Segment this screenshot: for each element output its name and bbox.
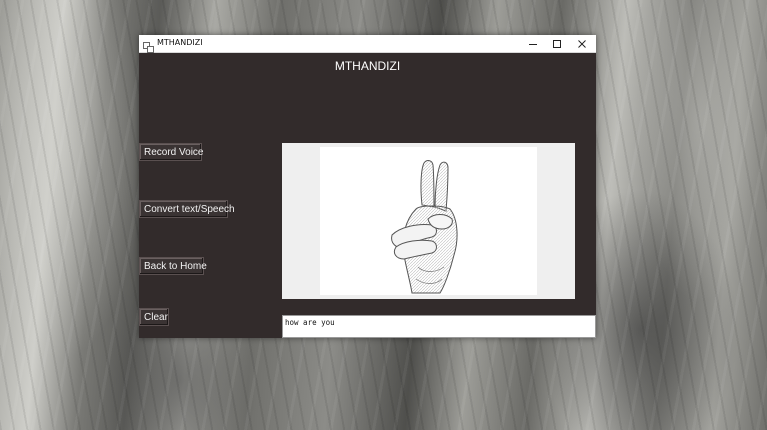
window-title: MTHANDIZI xyxy=(157,38,203,47)
app-window-icon xyxy=(143,38,154,53)
sign-image xyxy=(320,147,537,295)
back-to-home-button[interactable]: Back to Home xyxy=(139,257,207,275)
title-bar[interactable]: MTHANDIZI xyxy=(139,35,596,53)
maximize-icon xyxy=(553,39,561,48)
app-heading: MTHANDIZI xyxy=(334,59,401,73)
close-button[interactable] xyxy=(569,35,595,52)
clear-button[interactable]: Clear xyxy=(139,308,169,326)
close-icon xyxy=(578,39,586,48)
minimize-icon xyxy=(529,43,537,45)
output-text-box[interactable]: how are you xyxy=(282,315,596,338)
hand-sign-icon xyxy=(391,160,458,294)
convert-text-speech-button[interactable]: Convert text/Speech xyxy=(139,200,235,218)
record-voice-button[interactable]: Record Voice xyxy=(139,143,203,161)
minimize-button[interactable] xyxy=(520,35,546,52)
sign-image-panel xyxy=(282,143,575,299)
app-window: MTHANDIZI MTHANDIZI Record Voice Convert… xyxy=(139,35,596,338)
maximize-button[interactable] xyxy=(544,35,570,52)
